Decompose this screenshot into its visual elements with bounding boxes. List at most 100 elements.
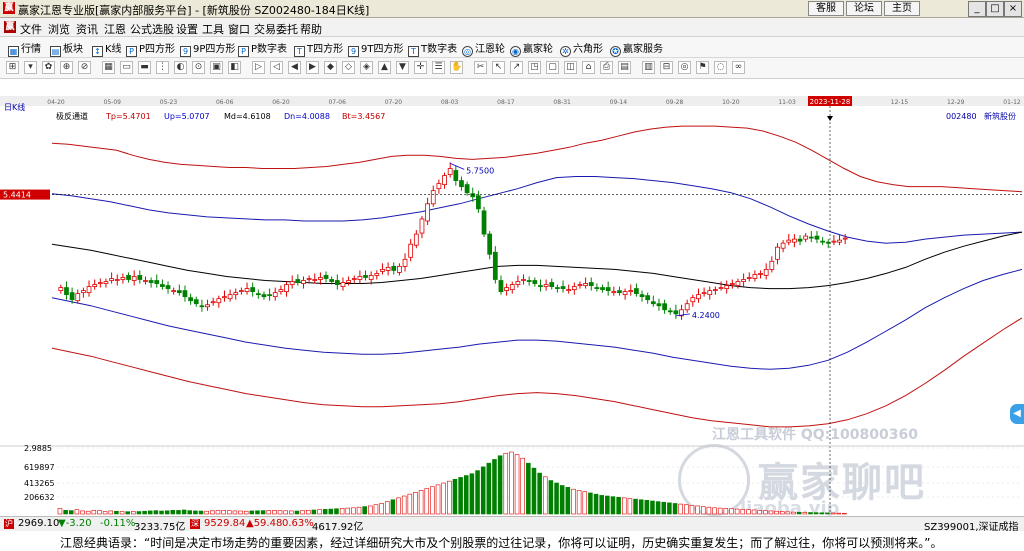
drawing-tool-34-icon[interactable]: ▤ bbox=[618, 61, 631, 74]
drawing-tool-3-icon[interactable]: ✿ bbox=[42, 61, 55, 74]
menu-trade[interactable]: 交易委托 bbox=[254, 21, 298, 37]
toolbar-service-button[interactable]: ✪ 赢家服务 bbox=[610, 40, 663, 57]
candle-body bbox=[267, 294, 272, 297]
volume-bar bbox=[763, 510, 768, 515]
candle-body bbox=[143, 280, 148, 282]
volume-bar bbox=[757, 509, 762, 515]
toolbar-kline-button[interactable]: ↕ K线 bbox=[92, 40, 122, 57]
drawing-tool-1-icon[interactable]: ⊞ bbox=[6, 61, 19, 74]
drawing-tool-31-icon[interactable]: ◫ bbox=[564, 61, 577, 74]
volume-bar bbox=[599, 495, 604, 515]
candle-body bbox=[718, 287, 724, 289]
drawing-tool-23-icon[interactable]: ✛ bbox=[414, 61, 427, 74]
menu-help[interactable]: 帮助 bbox=[300, 21, 322, 37]
drawing-tool-13-icon[interactable]: ◧ bbox=[228, 61, 241, 74]
volume-bar bbox=[593, 493, 599, 515]
drawing-tool-10-icon[interactable]: ◐ bbox=[174, 61, 187, 74]
drawing-tool-9-icon[interactable]: ⋮ bbox=[156, 61, 169, 74]
candle-body bbox=[724, 285, 730, 289]
drawing-tool-21-icon[interactable]: ▲ bbox=[378, 61, 391, 74]
toolbar-gann-wheel-button[interactable]: ◎ 江恩轮 bbox=[462, 40, 505, 57]
drawing-tool-16-icon[interactable]: ◀ bbox=[288, 61, 301, 74]
customer-service-link[interactable]: 客服 bbox=[808, 1, 844, 16]
close-button[interactable]: × bbox=[1004, 1, 1022, 17]
volume-bar bbox=[678, 503, 683, 515]
drawing-tool-15-icon[interactable]: ◁ bbox=[270, 61, 283, 74]
candle-body bbox=[171, 290, 177, 293]
candle-body bbox=[808, 236, 814, 239]
drawing-tool-30-icon[interactable]: ▢ bbox=[546, 61, 559, 74]
drawing-tool-39-icon[interactable]: ◌ bbox=[714, 61, 727, 74]
drawing-tool-35-icon[interactable]: ▥ bbox=[642, 61, 655, 74]
drawing-tool-22-icon[interactable]: ▼ bbox=[396, 61, 409, 74]
toolbar-p-square-button[interactable]: P P四方形 bbox=[126, 40, 175, 57]
volume-axis-label: 413265 bbox=[24, 479, 55, 488]
drawing-tool-36-icon[interactable]: ⊟ bbox=[660, 61, 673, 74]
drawing-tool-25-icon[interactable]: ✋ bbox=[450, 61, 463, 74]
menu-formula-select[interactable]: 公式选股 bbox=[130, 21, 174, 37]
menu-tools[interactable]: 工具 bbox=[202, 21, 224, 37]
volume-bar bbox=[520, 457, 525, 515]
drawing-tool-29-icon[interactable]: ◳ bbox=[528, 61, 541, 74]
toolbar-t-square-button[interactable]: T T四方形 bbox=[294, 40, 343, 57]
toolbar-winner-wheel-button[interactable]: ◉ 赢家轮 bbox=[510, 40, 553, 57]
maximize-button[interactable]: □ bbox=[986, 1, 1004, 17]
drawing-tool-12-icon[interactable]: ▣ bbox=[210, 61, 223, 74]
candle-body bbox=[543, 284, 549, 287]
volume-bar bbox=[554, 482, 559, 515]
volume-bar bbox=[667, 502, 672, 515]
drawing-tool-26-icon[interactable]: ✂ bbox=[474, 61, 487, 74]
toolbar-t-table-button[interactable]: T T数字表 bbox=[408, 40, 457, 57]
drawing-tool-6-icon[interactable]: ▦ bbox=[102, 61, 115, 74]
drawing-tool-7-icon[interactable]: ▭ bbox=[120, 61, 133, 74]
drawing-tool-32-icon[interactable]: ⌂ bbox=[582, 61, 595, 74]
menu-gann[interactable]: 江恩 bbox=[104, 21, 126, 37]
drawing-tool-20-icon[interactable]: ◈ bbox=[360, 61, 373, 74]
toolbar-9p-square-button[interactable]: 9 9P四方形 bbox=[180, 40, 235, 57]
volume-bar bbox=[289, 510, 294, 515]
candle-body bbox=[351, 278, 357, 280]
menu-info[interactable]: 资讯 bbox=[76, 21, 98, 37]
drawing-tool-27-icon[interactable]: ↖ bbox=[492, 61, 505, 74]
drawing-tool-2-icon[interactable]: ▾ bbox=[24, 61, 37, 74]
drawing-tool-19-icon[interactable]: ◇ bbox=[342, 61, 355, 74]
menu-browse[interactable]: 浏览 bbox=[48, 21, 70, 37]
drawing-tool-38-icon[interactable]: ⚑ bbox=[696, 61, 709, 74]
toolbar-quotes-button[interactable]: ▦ 行情 bbox=[8, 40, 41, 57]
drawing-tool-28-icon[interactable]: ↗ bbox=[510, 61, 523, 74]
drawing-tool-8-icon[interactable]: ▬ bbox=[138, 61, 151, 74]
volume-bar bbox=[131, 511, 136, 515]
title-bar: 赢 赢家江恩专业版[赢家内部服务平台] - [新筑股份 SZ002480-184… bbox=[0, 0, 1024, 18]
candle-body bbox=[380, 269, 385, 272]
candle-body bbox=[430, 190, 436, 205]
drawing-tool-5-icon[interactable]: ⊘ bbox=[78, 61, 91, 74]
drawing-tool-37-icon[interactable]: ◎ bbox=[678, 61, 691, 74]
menu-settings[interactable]: 设置 bbox=[176, 21, 198, 37]
toolbar-9t-square-button[interactable]: 9 9T四方形 bbox=[348, 40, 403, 57]
kline-chart[interactable]: 04-20 05-09 05-23 06-06 06-20 07-06 07-20 08-03… bbox=[0, 96, 1024, 516]
menu-window[interactable]: 窗口 bbox=[228, 21, 250, 37]
candle-body bbox=[600, 287, 605, 290]
menu-bar: 赢 文件 浏览 资讯 江恩 公式选股 设置 工具 窗口 交易委托 帮助 bbox=[0, 18, 1024, 37]
minimize-button[interactable]: _ bbox=[968, 1, 986, 17]
blocks-icon: ▤ bbox=[50, 46, 61, 57]
menu-file[interactable]: 文件 bbox=[20, 21, 42, 37]
side-expand-button[interactable]: ◀ bbox=[1010, 404, 1024, 424]
drawing-tool-40-icon[interactable]: ∞ bbox=[732, 61, 745, 74]
drawing-tool-33-icon[interactable]: ⎙ bbox=[600, 61, 613, 74]
candle-body bbox=[498, 280, 504, 293]
drawing-tool-18-icon[interactable]: ◆ bbox=[324, 61, 337, 74]
sh-index: 2969.10 bbox=[18, 518, 60, 529]
toolbar-sectors-button[interactable]: ▤ 板块 bbox=[50, 40, 83, 57]
forum-link[interactable]: 论坛 bbox=[846, 1, 882, 16]
homepage-link[interactable]: 主页 bbox=[884, 1, 920, 16]
candle-body bbox=[160, 284, 165, 287]
toolbar-hexagon-button[interactable]: ✲ 六角形 bbox=[560, 40, 603, 57]
drawing-tool-11-icon[interactable]: ⊙ bbox=[192, 61, 205, 74]
drawing-tool-17-icon[interactable]: ▶ bbox=[306, 61, 319, 74]
drawing-tool-14-icon[interactable]: ▷ bbox=[252, 61, 265, 74]
drawing-tool-24-icon[interactable]: ☰ bbox=[432, 61, 445, 74]
volume-bar bbox=[441, 482, 446, 515]
toolbar-p-table-button[interactable]: P P数字表 bbox=[238, 40, 287, 57]
drawing-tool-4-icon[interactable]: ⊕ bbox=[60, 61, 73, 74]
